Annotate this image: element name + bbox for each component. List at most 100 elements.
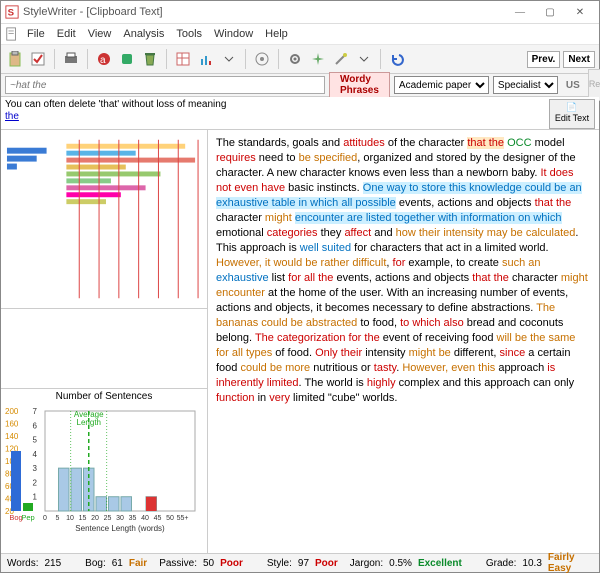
bog-label: Bog: [85,558,106,569]
toolbar: a Prev. Next [1,45,599,74]
menu-window[interactable]: Window [208,26,259,42]
blank-pane [1,309,207,389]
sentence-bars-pane [1,130,207,309]
text-segment: exhaustive [216,272,269,284]
grade-rating: Fairly Easy [548,552,593,574]
svg-text:140: 140 [5,432,19,441]
pattern-input[interactable] [5,76,325,94]
gear-icon[interactable] [285,49,305,69]
clipboard-icon[interactable] [5,49,25,69]
app-icon: S [5,5,19,19]
svg-text:55+: 55+ [177,515,189,522]
svg-text:200: 200 [5,407,19,416]
text-segment: at the home of the user. With an increas… [216,287,568,314]
text-segment: might [265,212,292,224]
tip-bar: You can often delete 'that' without loss… [1,97,599,130]
svg-text:5: 5 [33,436,38,445]
text-segment: might be [409,347,451,359]
proof-icon[interactable] [28,49,48,69]
bog-value: 61 [112,558,123,569]
svg-text:Pep: Pep [21,513,34,522]
menu-file[interactable]: File [21,26,51,42]
menu-help[interactable]: Help [259,26,294,42]
text-segment: OCC [507,137,531,149]
menu-analysis[interactable]: Analysis [117,26,170,42]
menu-tools[interactable]: Tools [170,26,208,42]
jargon-rating: Excellent [418,558,462,569]
text-segment: they [318,227,345,239]
chart-title: Number of Sentences [3,391,205,402]
svg-text:0: 0 [43,515,47,522]
text-segment: character [216,212,265,224]
minimize-button[interactable]: — [505,2,535,22]
text-segment: how their intensity may be calculated [396,227,576,239]
text-segment: for characters that act in a limited wor… [351,242,548,254]
text-segment: be specified [299,152,358,164]
close-button[interactable]: ✕ [565,2,595,22]
text-segment: to which also [400,317,464,329]
title-bar: S StyleWriter - [Clipboard Text] — ▢ ✕ [1,1,599,24]
svg-text:Sentence Length (words): Sentence Length (words) [75,524,165,533]
sparkle-icon[interactable] [308,49,328,69]
trash-icon[interactable] [140,49,160,69]
text-segment: requires [216,152,256,164]
svg-text:3: 3 [33,464,38,473]
text-segment: events, actions and objects [333,272,472,284]
text-segment: approach [495,362,547,374]
next-button[interactable]: Next [563,51,595,68]
svg-text:10: 10 [66,515,74,522]
menu-view[interactable]: View [82,26,118,42]
text-segment: nutritious or [310,362,374,374]
text-segment: and [371,227,395,239]
dropdown2-icon[interactable] [354,49,374,69]
svg-text:25: 25 [104,515,112,522]
text-segment: However, it would be rather difficult [216,257,386,269]
text-segment: Only their [315,347,362,359]
svg-text:1: 1 [33,493,38,502]
svg-text:6: 6 [33,421,38,430]
edit-text-button[interactable]: 📄Edit Text [549,99,595,129]
text-segment: of the character [385,137,468,149]
status-bar: Words: 215 Bog: 61 Fair Passive: 50 Poor… [1,553,599,572]
text-segment: of food. [272,347,315,359]
category-badge: Wordy Phrases [329,72,390,98]
document-text[interactable]: The standards, goals and attitudes of th… [208,130,599,553]
print-icon[interactable] [61,49,81,69]
text-segment: tasty [374,362,396,374]
words-label: Words: [7,558,39,569]
text-segment: highly [367,377,396,389]
chart-icon[interactable] [196,49,216,69]
text-segment: in [255,392,270,404]
window-title: StyleWriter - [Clipboard Text] [23,6,505,18]
style-b-icon[interactable] [117,49,137,69]
text-segment: affect [344,227,371,239]
svg-text:5: 5 [56,515,60,522]
text-segment: model [532,137,565,149]
text-segment: function [216,392,255,404]
text-segment: encounter are listed together with infor… [295,212,562,224]
menu-edit[interactable]: Edit [51,26,82,42]
task-select[interactable]: Specialist [493,76,558,94]
jargon-value: 0.5% [389,558,412,569]
maximize-button[interactable]: ▢ [535,2,565,22]
undo-icon[interactable] [387,49,407,69]
wand-icon[interactable] [331,49,351,69]
grid-icon[interactable] [173,49,193,69]
target-icon[interactable] [252,49,272,69]
text-segment: could be more [240,362,310,374]
prev-button[interactable]: Prev. [527,51,561,68]
text-segment: The standards, goals and [216,137,343,149]
grade-value: 10.3 [522,558,541,569]
svg-text:15: 15 [79,515,87,522]
text-segment: for all the [288,272,333,284]
text-segment: basic instincts. [285,182,363,194]
text-segment: that the [472,272,509,284]
text-segment: such an [502,257,541,269]
jargon-label: Jargon: [350,558,383,569]
audience-select[interactable]: Academic paper [394,76,489,94]
style-a-icon[interactable]: a [94,49,114,69]
text-segment: for [393,257,406,269]
style-rating: Poor [315,558,338,569]
passive-label: Passive: [159,558,197,569]
dropdown-icon[interactable] [219,49,239,69]
